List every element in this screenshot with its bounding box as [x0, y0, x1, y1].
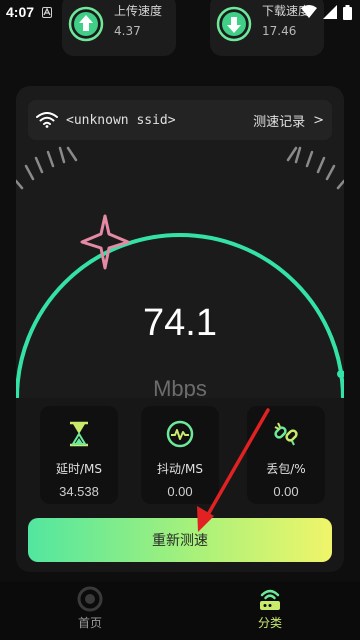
hourglass-icon: [70, 421, 88, 447]
network-info-bar[interactable]: <unknown ssid> 测速记录 >: [28, 100, 332, 140]
jitter-value: 0.00: [167, 484, 193, 499]
packet-loss-value: 0.00: [273, 484, 299, 499]
chevron-right-icon: >: [313, 112, 324, 128]
download-speed-value: 17.46: [262, 24, 297, 38]
wifi-signal-icon: [301, 5, 317, 18]
jitter-card: 抖动/MS 0.00: [141, 406, 219, 504]
speed-history-link[interactable]: 测速记录 >: [253, 111, 324, 130]
latency-value: 34.538: [59, 484, 99, 499]
nav-home-label: 首页: [77, 616, 102, 630]
pulse-gauge-icon: [166, 420, 194, 448]
network-ssid: <unknown ssid>: [66, 112, 176, 128]
broken-link-icon: [274, 422, 298, 446]
nav-category-label: 分类: [257, 616, 282, 630]
upload-speed-value: 4.37: [114, 24, 141, 38]
status-bar: 4:07: [0, 0, 360, 24]
cell-signal-icon: [323, 5, 337, 19]
bottom-navigation: 首页 分类: [0, 582, 360, 640]
jitter-label: 抖动/MS: [156, 462, 203, 476]
status-right: [301, 4, 352, 20]
speed-history-label: 测速记录: [253, 114, 306, 130]
latency-label: 延时/MS: [55, 462, 102, 476]
speed-test-screen: 4:07 上传速度 4.37 下载速度 17.46 <unknown ssid>…: [0, 0, 360, 640]
latency-card: 延时/MS 34.538: [40, 406, 118, 504]
sparkle-star-icon: [80, 214, 130, 270]
packet-loss-card: 丢包/% 0.00: [247, 406, 325, 504]
category-router-icon: [260, 589, 280, 610]
notification-a-icon: [42, 6, 53, 18]
gauge-ticks-left: [16, 146, 78, 190]
metrics-area: 延时/MS 34.538 抖动/MS 0.00 丢包/% 0.00 重新测速: [16, 398, 344, 572]
nav-home[interactable]: 首页: [50, 586, 130, 636]
status-time: 4:07: [6, 4, 35, 20]
gauge-ticks-right: [286, 146, 344, 190]
retest-button[interactable]: 重新测速: [28, 518, 332, 562]
gauge-speed-value: 74.1: [143, 302, 217, 344]
status-left: 4:07: [6, 4, 53, 20]
home-target-icon: [77, 586, 103, 612]
battery-icon: [343, 4, 352, 20]
packet-loss-label: 丢包/%: [266, 462, 306, 476]
speed-test-panel: <unknown ssid> 测速记录 > 74.1 Mbps 延时/MS 34…: [16, 86, 344, 572]
wifi-icon: [36, 112, 58, 128]
nav-category[interactable]: 分类: [230, 586, 310, 636]
